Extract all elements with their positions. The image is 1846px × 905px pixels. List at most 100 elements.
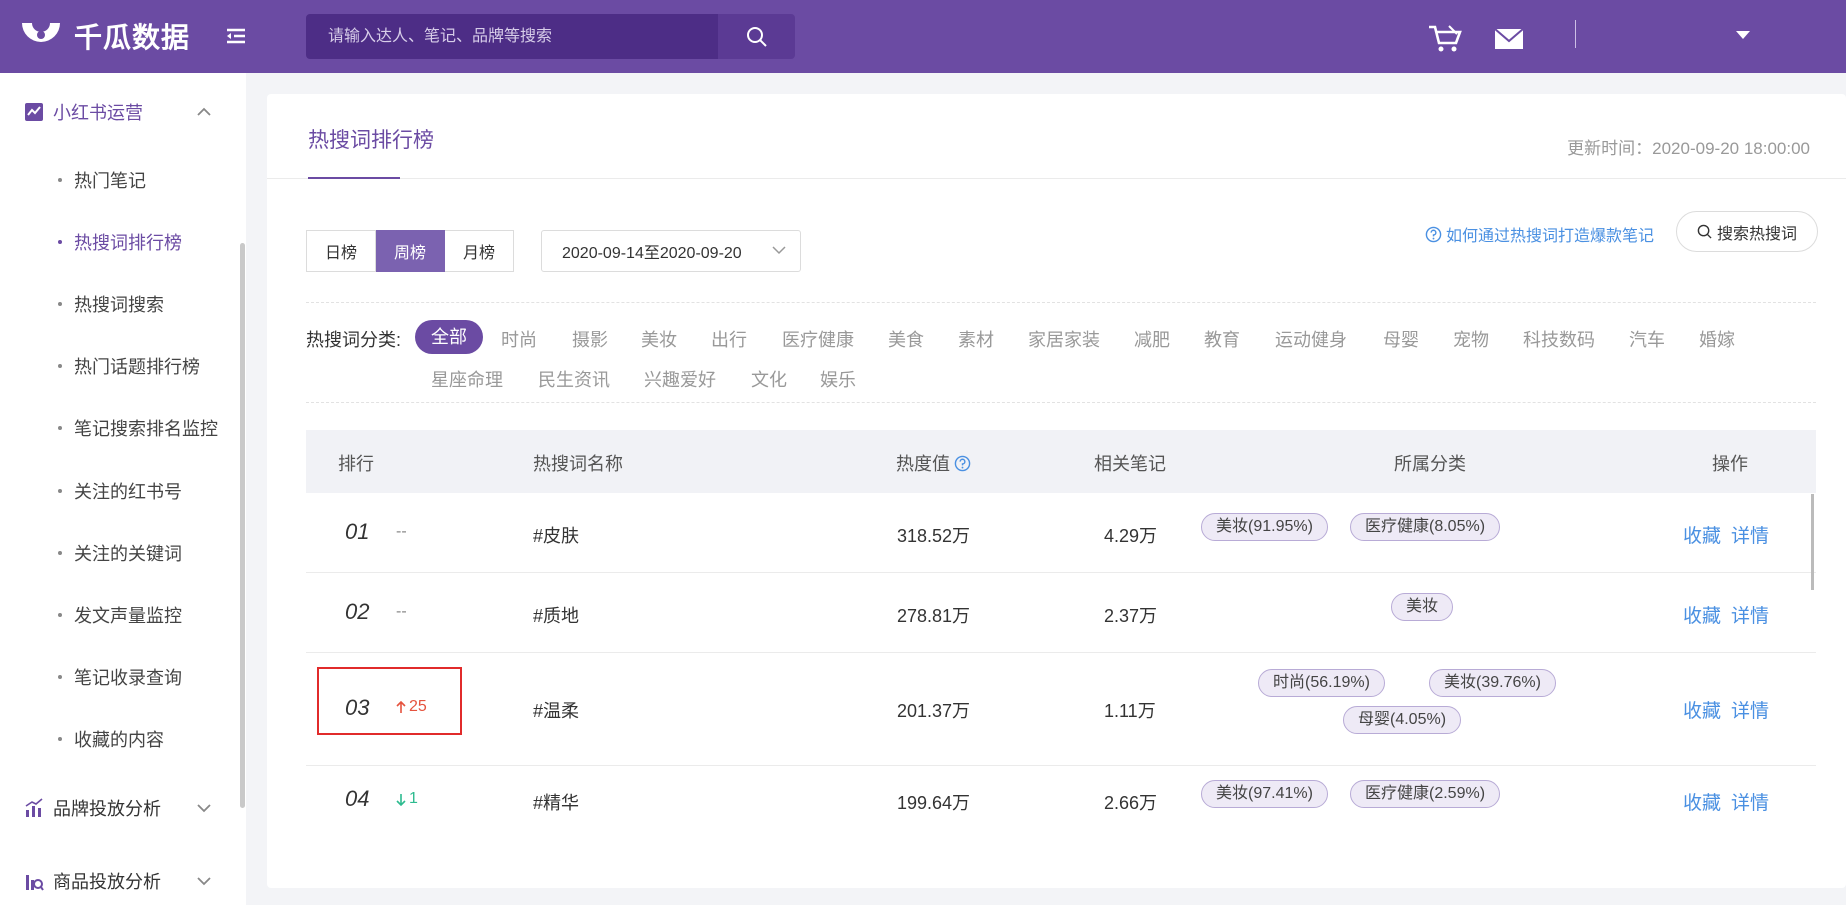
keyword[interactable]: #精华 <box>533 789 579 815</box>
notes-count: 2.37万 <box>1104 606 1158 626</box>
category-baby[interactable]: 母婴 <box>1383 326 1419 352</box>
sidebar-item-favorites[interactable]: 收藏的内容 <box>58 726 164 752</box>
keyword[interactable]: #温柔 <box>533 697 579 723</box>
category-culture[interactable]: 文化 <box>751 366 787 392</box>
update-time: 更新时间：2020-09-20 18:00:00 <box>1567 139 1810 158</box>
header-rank: 排行 <box>338 454 374 474</box>
favorite-link[interactable]: 收藏 <box>1683 788 1721 815</box>
category-astrology[interactable]: 星座命理 <box>431 366 503 392</box>
sidebar-scrollbar[interactable] <box>240 243 245 808</box>
category-hobbies[interactable]: 兴趣爱好 <box>644 366 716 392</box>
bullet-dot <box>58 302 62 306</box>
highlight-box <box>317 667 462 735</box>
header-category: 所属分类 <box>1394 454 1466 474</box>
tab-weekly[interactable]: 周榜 <box>376 230 446 272</box>
category-pets[interactable]: 宠物 <box>1453 326 1489 352</box>
search-hot-words-button[interactable]: 搜索热搜词 <box>1676 211 1818 252</box>
rank-change: -- <box>396 603 407 620</box>
category-entertainment[interactable]: 娱乐 <box>820 366 856 392</box>
sidebar-item-label: 发文声量监控 <box>74 606 182 626</box>
tab-daily[interactable]: 日榜 <box>306 230 377 272</box>
category-medical[interactable]: 医疗健康 <box>782 326 854 352</box>
category-fitness[interactable]: 运动健身 <box>1275 326 1347 352</box>
category-home[interactable]: 家居家装 <box>1028 326 1100 352</box>
rank-number: 02 <box>345 599 370 624</box>
user-menu-caret-icon[interactable] <box>1736 31 1750 39</box>
sidebar-item-index-query[interactable]: 笔记收录查询 <box>58 664 182 690</box>
category-news[interactable]: 民生资讯 <box>538 366 610 392</box>
category-weight-loss[interactable]: 减肥 <box>1134 326 1170 352</box>
search-button[interactable] <box>718 14 795 59</box>
keyword[interactable]: #质地 <box>533 602 579 628</box>
category-tag: 美妆(91.95%) <box>1201 513 1328 541</box>
header-actions: 操作 <box>1712 454 1748 474</box>
header-divider <box>267 178 1846 179</box>
rank-change-value: 1 <box>409 790 418 807</box>
notes-count: 1.11万 <box>1104 701 1156 721</box>
sidebar-item-label: 收藏的内容 <box>74 730 164 750</box>
date-range-select[interactable]: 2020-09-14至2020-09-20 <box>541 230 801 272</box>
tab-active-underline <box>308 177 400 179</box>
xiaohongshu-icon <box>25 103 43 121</box>
help-link-label: 如何通过热搜词打造爆款笔记 <box>1446 228 1655 245</box>
detail-link[interactable]: 详情 <box>1731 788 1769 815</box>
favorite-link[interactable]: 收藏 <box>1683 601 1721 628</box>
category-material[interactable]: 素材 <box>958 326 994 352</box>
bullet-dot <box>58 240 62 244</box>
category-fashion[interactable]: 时尚 <box>501 326 537 352</box>
sidebar-item-volume-monitor[interactable]: 发文声量监控 <box>58 602 182 628</box>
category-all[interactable]: 全部 <box>415 320 483 354</box>
sidebar-group-brand-analysis[interactable]: 品牌投放分析 <box>24 795 211 821</box>
category-cars[interactable]: 汽车 <box>1629 326 1665 352</box>
keyword[interactable]: #皮肤 <box>533 522 579 548</box>
table-row: 01 -- #皮肤 318.52万 4.29万 美妆(91.95%) 医疗健康(… <box>306 493 1816 573</box>
help-link[interactable]: 如何通过热搜词打造爆款笔记 <box>1425 222 1654 246</box>
header-heat-label: 热度值 <box>896 454 950 474</box>
table-row: 02 -- #质地 278.81万 2.37万 美妆 收藏 详情 <box>306 573 1816 653</box>
cart-icon[interactable] <box>1428 24 1462 52</box>
sidebar-item-hot-search-query[interactable]: 热搜词搜索 <box>58 291 164 317</box>
sidebar-item-hot-topics[interactable]: 热门话题排行榜 <box>58 353 200 379</box>
search-input[interactable] <box>306 14 718 59</box>
bullet-dot <box>58 489 62 493</box>
heat-value: 318.52万 <box>897 526 971 546</box>
sidebar-group-product-analysis[interactable]: 商品投放分析 <box>24 868 211 894</box>
category-food[interactable]: 美食 <box>888 326 924 352</box>
sidebar-item-rank-monitor[interactable]: 笔记搜索排名监控 <box>58 415 218 441</box>
detail-link[interactable]: 详情 <box>1731 696 1769 723</box>
dashed-divider <box>306 302 1816 303</box>
table-row: 03 25 #温柔 201.37万 1.11万 时尚(56.19%) 美妆(39… <box>306 653 1816 766</box>
search-hot-label: 搜索热搜词 <box>1716 225 1797 243</box>
table-scrollbar[interactable] <box>1811 494 1814 590</box>
tab-monthly[interactable]: 月榜 <box>445 230 515 272</box>
sidebar-item-label: 关注的关键词 <box>74 544 182 564</box>
sidebar-group-label: 品牌投放分析 <box>53 799 161 819</box>
menu-collapse-icon[interactable] <box>224 24 248 48</box>
sidebar-item-label: 热搜词排行榜 <box>74 233 182 253</box>
rank-number: 04 <box>345 786 370 811</box>
table-row: 04 1 #精华 199.64万 2.66万 美妆(97.41%) 医疗健康(2… <box>306 766 1816 846</box>
sidebar-item-hot-search-ranking[interactable]: 热搜词排行榜 <box>58 229 182 255</box>
mail-icon[interactable] <box>1494 28 1524 50</box>
detail-link[interactable]: 详情 <box>1731 601 1769 628</box>
category-wedding[interactable]: 婚嫁 <box>1699 326 1735 352</box>
sidebar-item-hot-notes[interactable]: 热门笔记 <box>58 167 146 193</box>
date-range-value: 2020-09-14至2020-09-20 <box>562 245 742 262</box>
category-tech[interactable]: 科技数码 <box>1523 326 1595 352</box>
bullet-dot <box>58 737 62 741</box>
category-beauty[interactable]: 美妆 <box>641 326 677 352</box>
category-photography[interactable]: 摄影 <box>572 326 608 352</box>
logo[interactable]: 千瓜数据 <box>20 16 190 56</box>
favorite-link[interactable]: 收藏 <box>1683 521 1721 548</box>
question-circle-icon[interactable] <box>954 455 971 472</box>
sidebar-group-xiaohongshu[interactable]: 小红书运营 <box>24 99 211 125</box>
sidebar-item-followed-accounts[interactable]: 关注的红书号 <box>58 478 182 504</box>
sidebar-item-followed-keywords[interactable]: 关注的关键词 <box>58 540 182 566</box>
favorite-link[interactable]: 收藏 <box>1683 696 1721 723</box>
chart-icon <box>25 798 43 817</box>
tab-hot-search-ranking[interactable]: 热搜词排行榜 <box>308 124 434 154</box>
category-education[interactable]: 教育 <box>1204 326 1240 352</box>
category-travel[interactable]: 出行 <box>711 326 747 352</box>
detail-link[interactable]: 详情 <box>1731 521 1769 548</box>
notes-count: 2.66万 <box>1104 793 1158 813</box>
